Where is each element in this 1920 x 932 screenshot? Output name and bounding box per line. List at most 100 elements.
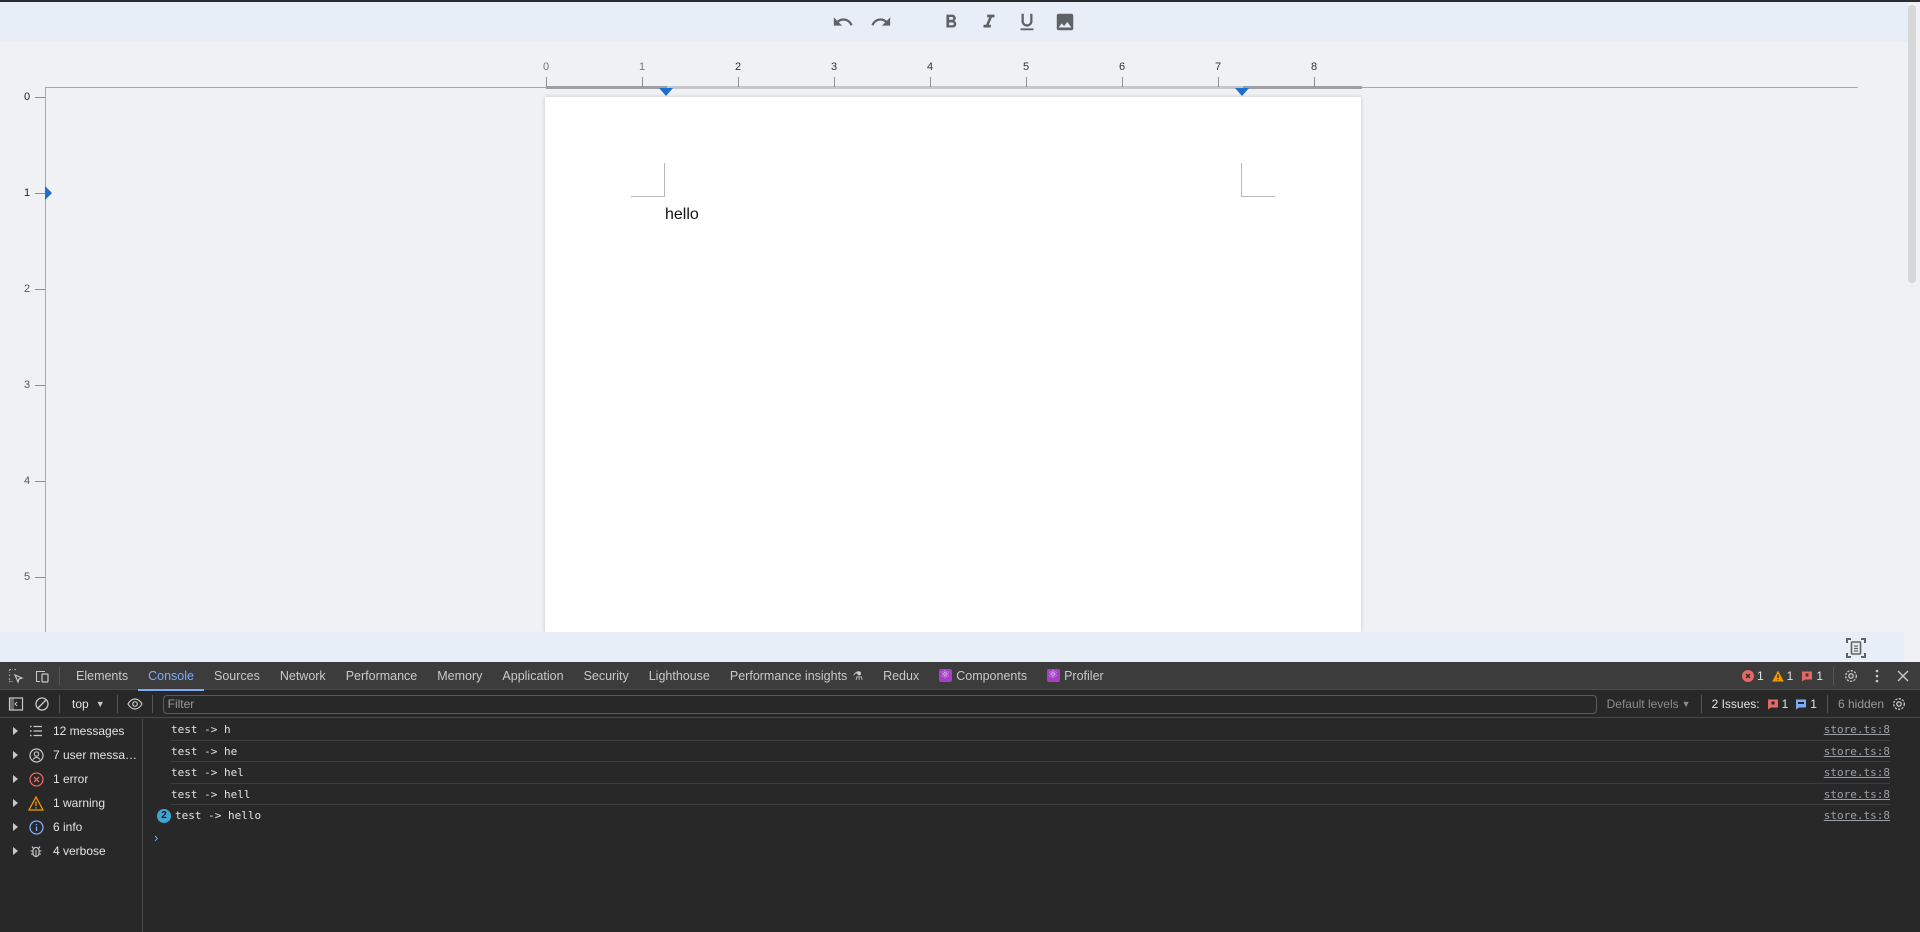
tab-console[interactable]: Console [138, 662, 204, 691]
sidebar-item-error[interactable]: 1 error [0, 767, 142, 791]
devtools-status-area: 1 1 1 [1738, 662, 1914, 690]
log-list: test -> h store.ts:8 test -> he store.ts:8 t… [144, 719, 1890, 827]
error-count[interactable]: 1 [1741, 669, 1764, 683]
redo-button[interactable] [867, 8, 895, 36]
filterbar-separator [151, 695, 153, 713]
italic-button[interactable] [975, 8, 1003, 36]
sidebar-item-warning[interactable]: 1 warning [0, 791, 142, 815]
format-group [932, 8, 1084, 36]
fit-page-button[interactable] [1846, 638, 1866, 658]
tab-application[interactable]: Application [492, 662, 573, 690]
console-prompt[interactable]: › [144, 827, 1890, 849]
top-margin-marker[interactable] [45, 186, 52, 200]
console-message: test -> hel store.ts:8 [144, 762, 1890, 784]
tab-performance-insights[interactable]: Performance insights ⚗ [720, 662, 873, 690]
tab-label: Application [502, 668, 564, 683]
editor-area: 0 1 2 3 4 5 6 7 8 0 1 2 3 4 5 hello [0, 0, 1920, 662]
source-link[interactable]: store.ts:8 [1824, 788, 1890, 801]
ruler-tick-label: 2 [24, 283, 31, 295]
document-text[interactable]: hello [665, 206, 699, 224]
bold-button[interactable] [937, 8, 965, 36]
editor-scrollbar-thumb[interactable] [1908, 5, 1916, 283]
ruler-tick-label: 8 [1310, 61, 1318, 73]
console-message-text: test -> hel [171, 766, 244, 780]
expand-triangle-icon [13, 775, 18, 783]
warning-icon [1771, 670, 1784, 682]
source-link[interactable]: store.ts:8 [1824, 723, 1890, 736]
tab-label: Elements [76, 668, 129, 683]
close-devtools-button[interactable] [1892, 665, 1914, 687]
live-expression-button[interactable] [124, 693, 146, 715]
close-icon [1897, 670, 1909, 682]
undo-button[interactable] [829, 8, 857, 36]
devtools-settings-button[interactable] [1840, 665, 1862, 687]
margin-corner-top-left [631, 163, 665, 197]
ruler-tick [35, 481, 45, 482]
issues-button[interactable]: 2 Issues: 1 1 [1712, 697, 1817, 711]
horizontal-ruler-right-margin [1243, 86, 1362, 89]
device-toolbar-button[interactable] [31, 665, 53, 687]
more-options-button[interactable] [1866, 665, 1888, 687]
log-levels-select[interactable]: Default levels ▼ [1607, 697, 1691, 711]
sidebar-icon [8, 697, 24, 711]
sidebar-item-info[interactable]: 6 info [0, 815, 142, 839]
tab-performance[interactable]: Performance [336, 662, 428, 690]
console-message: test -> hell store.ts:8 [144, 784, 1890, 806]
bug-icon [28, 843, 44, 859]
ruler-tick [35, 289, 45, 290]
insert-image-button[interactable] [1051, 8, 1079, 36]
console-messages: test -> h store.ts:8 test -> he store.ts:8 t… [144, 719, 1890, 932]
repeat-count-badge: 2 [157, 808, 171, 823]
execution-context-select[interactable]: top ▼ [66, 697, 111, 711]
source-link[interactable]: store.ts:8 [1824, 809, 1890, 822]
source-link[interactable]: store.ts:8 [1824, 766, 1890, 779]
ruler-tick-label: 4 [24, 475, 31, 487]
underline-button[interactable] [1013, 8, 1041, 36]
toggle-sidebar-button[interactable] [5, 693, 27, 715]
tab-elements[interactable]: Elements [66, 662, 138, 690]
left-indent-marker[interactable] [659, 88, 673, 96]
document-page[interactable]: hello [545, 97, 1361, 632]
redo-icon [871, 17, 891, 26]
tab-security[interactable]: Security [574, 662, 639, 690]
margin-corner-top-right [1241, 163, 1275, 197]
tab-lighthouse[interactable]: Lighthouse [639, 662, 720, 690]
console-settings-button[interactable] [1888, 693, 1910, 715]
source-link[interactable]: store.ts:8 [1824, 745, 1890, 758]
ruler-tick-label: 0 [542, 61, 550, 73]
issues-info-count: 1 [1810, 697, 1817, 711]
clear-console-button[interactable] [31, 693, 53, 715]
ruler-tick-label: 6 [1118, 61, 1126, 73]
ruler-tick [546, 77, 547, 87]
issues-count[interactable]: 1 [1801, 669, 1823, 683]
sidebar-item-label: 1 warning [53, 796, 106, 810]
sidebar-item-list[interactable]: 12 messages [0, 719, 142, 743]
tab-sources[interactable]: Sources [204, 662, 270, 690]
tab-components[interactable]: Components [929, 662, 1037, 690]
right-indent-marker[interactable] [1235, 88, 1249, 96]
console-filter-input[interactable] [162, 694, 1597, 714]
tab-memory[interactable]: Memory [427, 662, 492, 690]
inspect-element-button[interactable] [5, 665, 27, 687]
console-message-text: test -> hell [171, 787, 251, 801]
ruler-tick-label: 3 [24, 379, 31, 391]
ruler-tick [1026, 77, 1027, 87]
expand-triangle-icon [13, 727, 18, 735]
tab-label: Network [279, 668, 326, 683]
sidebar-item-bug[interactable]: 4 verbose [0, 839, 142, 863]
tab-network[interactable]: Network [270, 662, 336, 690]
tab-redux[interactable]: Redux [873, 662, 929, 690]
chevron-down-icon: ▼ [1681, 699, 1691, 709]
horizontal-ruler-left-margin [546, 86, 667, 89]
sidebar-item-label: 7 user messa… [53, 748, 138, 762]
sidebar-item-user[interactable]: 7 user messa… [0, 743, 142, 767]
issues-error-count: 1 [1781, 697, 1789, 711]
status-separator [1833, 667, 1834, 685]
tab-profiler[interactable]: Profiler [1037, 662, 1114, 690]
issues-count-value: 1 [1816, 669, 1823, 683]
warning-count[interactable]: 1 [1771, 669, 1793, 683]
bold-icon [946, 14, 957, 28]
devtools-tabs: Elements Console Sources Network Performance… [66, 662, 1114, 691]
console-message: test -> h store.ts:8 [144, 719, 1890, 741]
issue-info-icon [1796, 699, 1807, 710]
